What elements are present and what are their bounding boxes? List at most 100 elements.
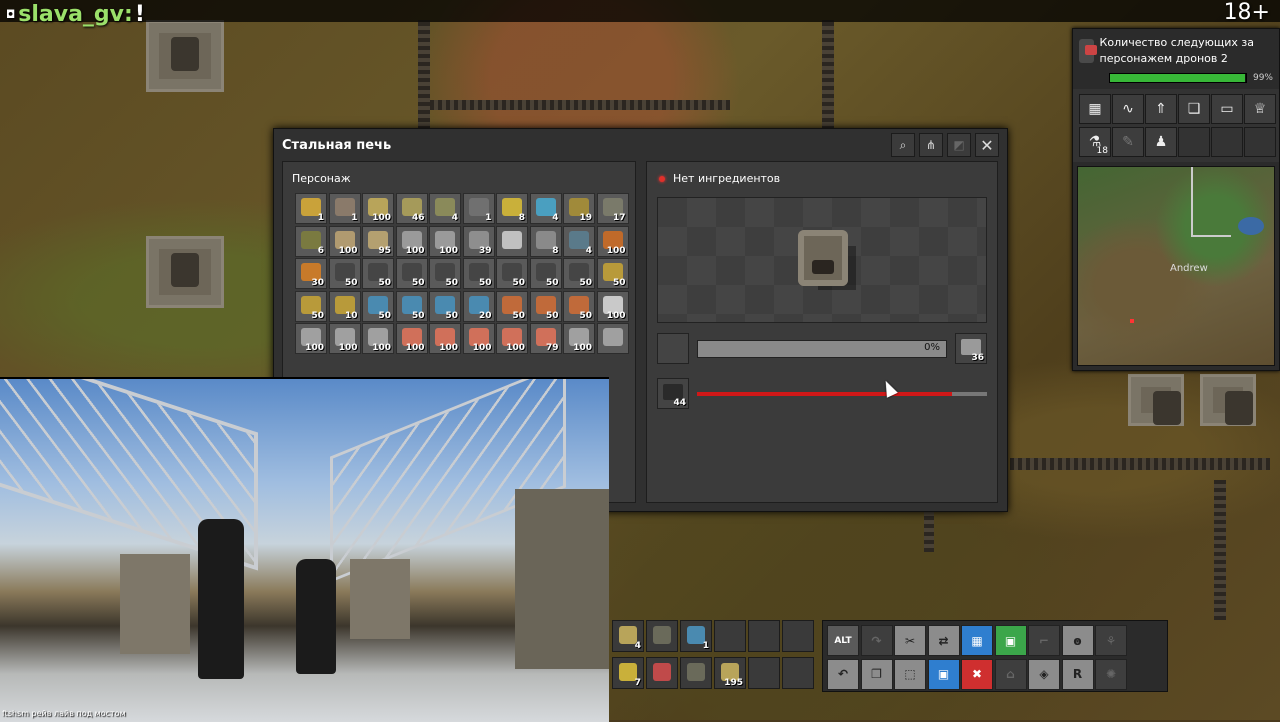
dialog-header[interactable]: Стальная печь ⌕ ⋔ ◩ ✕ bbox=[274, 129, 1007, 161]
quickbar-slot[interactable] bbox=[748, 657, 780, 689]
graph-icon[interactable]: ∿ bbox=[1112, 94, 1144, 124]
inventory-slot[interactable]: 100 bbox=[429, 323, 461, 354]
inventory-slot[interactable]: 50 bbox=[496, 258, 528, 289]
tool-button[interactable]: ❐ bbox=[860, 658, 893, 690]
close-icon[interactable]: ✕ bbox=[975, 133, 999, 157]
train-icon[interactable]: ▭ bbox=[1211, 94, 1243, 124]
fuel-slot[interactable]: 44 bbox=[657, 378, 689, 409]
inventory-slot[interactable]: 100 bbox=[328, 225, 361, 257]
inventory-slot[interactable]: 4 bbox=[529, 193, 562, 224]
tool-button[interactable]: R bbox=[1061, 658, 1094, 690]
quickbar-slot[interactable] bbox=[782, 620, 814, 652]
inventory-slot[interactable]: 100 bbox=[496, 323, 528, 354]
tool-button[interactable]: ↶ bbox=[827, 658, 859, 690]
inventory-slot[interactable]: 100 bbox=[395, 323, 428, 354]
quickbar-slot[interactable] bbox=[782, 657, 814, 689]
tool-button[interactable]: ✂ bbox=[894, 625, 926, 656]
inventory-slot[interactable]: 46 bbox=[395, 193, 428, 224]
tool-button[interactable]: ▣ bbox=[994, 625, 1027, 656]
assembler-building[interactable] bbox=[1200, 374, 1256, 426]
tool-button[interactable]: ⇄ bbox=[927, 625, 960, 656]
inventory-slot[interactable]: 100 bbox=[596, 290, 629, 322]
inventory-slot[interactable]: 95 bbox=[362, 225, 394, 257]
tool-button[interactable]: ▦ bbox=[961, 625, 993, 656]
inventory-slot[interactable]: 17 bbox=[596, 193, 629, 224]
tool-button[interactable]: ▣ bbox=[927, 658, 960, 690]
inventory-slot[interactable]: 50 bbox=[563, 258, 595, 289]
tool-button[interactable]: ALT bbox=[827, 625, 859, 656]
tool-button[interactable]: ✖ bbox=[961, 658, 993, 690]
tool-button[interactable]: ⌂ bbox=[994, 658, 1027, 690]
network-icon[interactable]: ⋔ bbox=[919, 133, 943, 157]
quickbar-slot[interactable]: 1 bbox=[680, 620, 712, 652]
inventory-slot[interactable]: 50 bbox=[563, 290, 595, 322]
inventory-slot[interactable] bbox=[496, 225, 528, 257]
tool-button[interactable]: ⚘ bbox=[1095, 625, 1127, 656]
quickbar-slot[interactable] bbox=[714, 620, 746, 652]
inventory-slot[interactable]: 50 bbox=[328, 258, 361, 289]
inventory-slot[interactable]: 100 bbox=[362, 193, 394, 224]
result-slot[interactable]: 36 bbox=[955, 333, 987, 364]
upgrade-icon[interactable]: ⇑ bbox=[1145, 94, 1177, 124]
inventory-slot[interactable]: 50 bbox=[362, 258, 394, 289]
inventory-slot[interactable]: 20 bbox=[462, 290, 495, 322]
inventory-slot[interactable]: 50 bbox=[496, 290, 528, 322]
inventory-slot[interactable]: 4 bbox=[563, 225, 595, 257]
tool-button[interactable]: ⬚ bbox=[894, 658, 926, 690]
inventory-slot[interactable]: 8 bbox=[496, 193, 528, 224]
quickbar-slot[interactable] bbox=[646, 620, 678, 652]
map-grid-icon[interactable]: ▦ bbox=[1079, 94, 1111, 124]
inventory-slot[interactable]: 30 bbox=[295, 258, 327, 289]
tool-button[interactable]: ꙩ bbox=[1061, 625, 1094, 656]
tool-button[interactable]: ↷ bbox=[860, 625, 893, 656]
drone-shortcut[interactable]: Количество следующих за персонажем дроно… bbox=[1073, 29, 1279, 73]
tool-button[interactable]: ✺ bbox=[1095, 658, 1127, 690]
inventory-slot[interactable]: 50 bbox=[295, 290, 327, 322]
minimap[interactable]: Andrew bbox=[1077, 166, 1275, 366]
quickbar-slot[interactable]: 195 bbox=[714, 657, 746, 689]
inventory-slot[interactable]: 50 bbox=[395, 290, 428, 322]
inventory-slot[interactable]: 50 bbox=[429, 290, 461, 322]
quickbar-slot[interactable]: 4 bbox=[612, 620, 644, 652]
inventory-slot[interactable]: 50 bbox=[529, 258, 562, 289]
inventory-slot[interactable]: 39 bbox=[462, 225, 495, 257]
inventory-slot[interactable]: 50 bbox=[395, 258, 428, 289]
assembler-building[interactable] bbox=[1128, 374, 1184, 426]
inventory-slot[interactable]: 4 bbox=[429, 193, 461, 224]
inventory-slot[interactable]: 50 bbox=[596, 258, 629, 289]
inventory-slot[interactable] bbox=[596, 323, 629, 354]
inventory-slot[interactable]: 1 bbox=[462, 193, 495, 224]
inventory-slot[interactable]: 100 bbox=[295, 323, 327, 354]
inventory-slot[interactable]: 79 bbox=[529, 323, 562, 354]
research-icon[interactable]: ⚗ 18 bbox=[1079, 127, 1111, 157]
inventory-slot[interactable]: 100 bbox=[429, 225, 461, 257]
blueprint-icon[interactable]: ✎ bbox=[1112, 127, 1144, 157]
inventory-slot[interactable]: 8 bbox=[529, 225, 562, 257]
input-slot[interactable] bbox=[657, 333, 689, 364]
quickbar-slot[interactable]: 7 bbox=[612, 657, 644, 689]
inventory-slot[interactable]: 50 bbox=[362, 290, 394, 322]
tool-button[interactable]: ◈ bbox=[1028, 658, 1060, 690]
inventory-slot[interactable]: 1 bbox=[328, 193, 361, 224]
pin-icon[interactable]: ◩ bbox=[947, 133, 971, 157]
inventory-slot[interactable]: 1 bbox=[295, 193, 327, 224]
book-icon[interactable]: ❑ bbox=[1178, 94, 1210, 124]
inventory-slot[interactable]: 10 bbox=[328, 290, 361, 322]
quickbar-slot[interactable] bbox=[646, 657, 678, 689]
trophy-icon[interactable]: ♕ bbox=[1244, 94, 1276, 124]
search-icon[interactable]: ⌕ bbox=[891, 133, 915, 157]
inventory-slot[interactable]: 100 bbox=[596, 225, 629, 257]
inventory-slot[interactable]: 100 bbox=[362, 323, 394, 354]
inventory-slot[interactable]: 100 bbox=[395, 225, 428, 257]
inventory-slot[interactable]: 50 bbox=[529, 290, 562, 322]
furnace-building[interactable] bbox=[146, 236, 224, 308]
inventory-slot[interactable]: 19 bbox=[563, 193, 595, 224]
inventory-slot[interactable]: 100 bbox=[462, 323, 495, 354]
tool-button[interactable]: ⌐ bbox=[1028, 625, 1060, 656]
quickbar-slot[interactable] bbox=[680, 657, 712, 689]
furnace-building[interactable] bbox=[146, 20, 224, 92]
quickbar-slot[interactable] bbox=[748, 620, 780, 652]
inventory-slot[interactable]: 50 bbox=[462, 258, 495, 289]
inventory-slot[interactable]: 50 bbox=[429, 258, 461, 289]
inventory-slot[interactable]: 100 bbox=[328, 323, 361, 354]
